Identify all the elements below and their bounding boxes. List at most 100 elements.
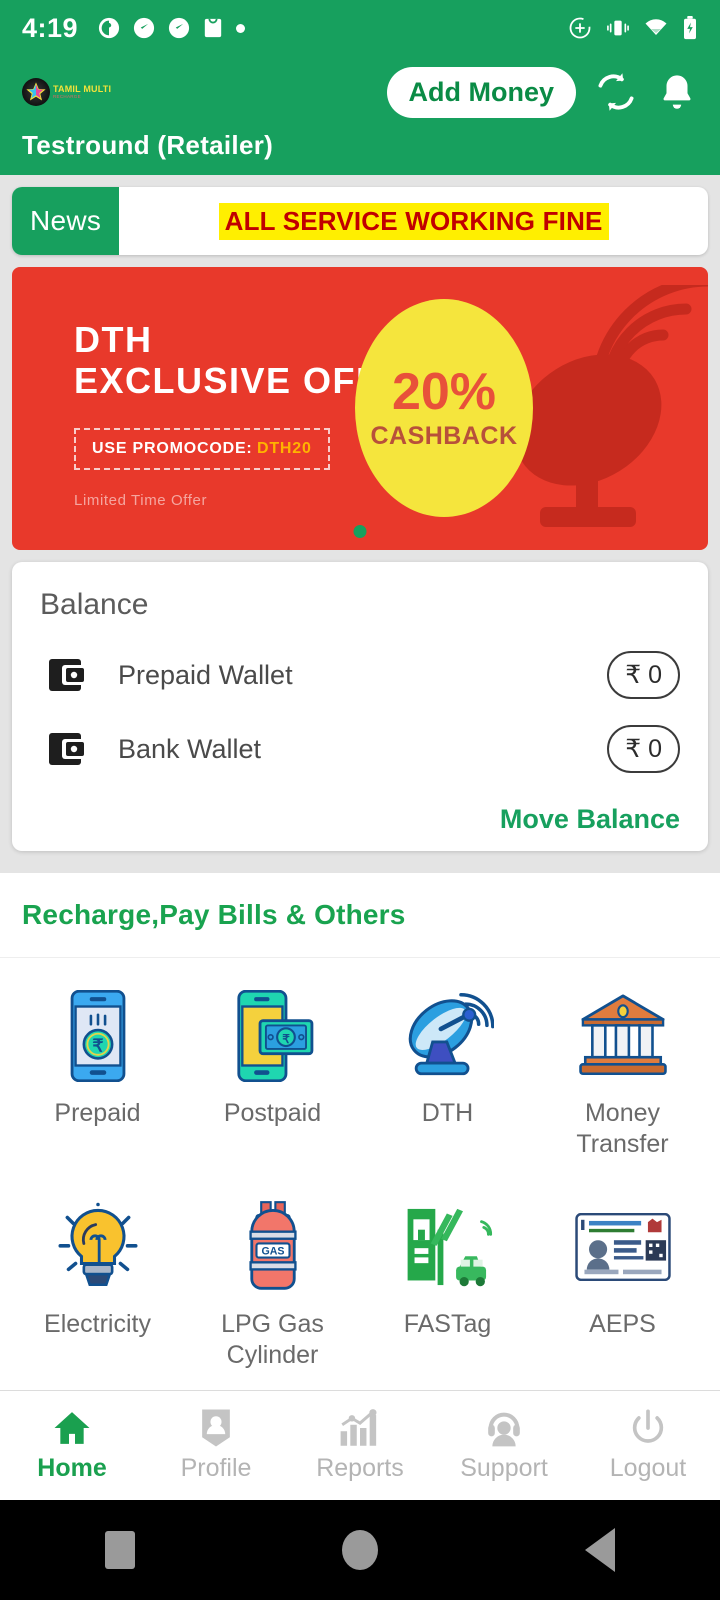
- battery-charging-icon: [684, 16, 696, 40]
- user-name-label: Testround (Retailer): [22, 130, 274, 160]
- profile-icon: [202, 1409, 230, 1447]
- nav-label: Support: [460, 1454, 548, 1482]
- balance-row-label: Prepaid Wallet: [118, 659, 293, 690]
- carousel-dot-indicator[interactable]: [353, 525, 367, 538]
- wallet-icon: [49, 659, 84, 691]
- promo-banner-dth[interactable]: DTH EXCLUSIVE OFFER USE PROMOCODE: DTH20…: [12, 267, 708, 550]
- vibrate-icon: [607, 20, 629, 36]
- service-item-fastag[interactable]: FASTag: [360, 1191, 535, 1388]
- service-label: Money Transfer: [576, 1099, 669, 1158]
- nav-label: Reports: [316, 1454, 404, 1482]
- balance-card: Balance Prepaid Wallet ₹ 0 Bank Wallet ₹…: [12, 562, 708, 851]
- svg-text:₹: ₹: [92, 1035, 104, 1055]
- bag-icon: [204, 18, 222, 38]
- svg-text:GAS: GAS: [261, 1246, 284, 1258]
- services-grid: ₹ Prepaid ₹ Postpaid DTH Money Transfer …: [0, 958, 720, 1398]
- bottom-navigation: Home Profile Reports Support Logout: [0, 1390, 720, 1500]
- triangle-back-icon: [585, 1528, 615, 1572]
- satellite-dish-icon: [402, 990, 494, 1082]
- cashback-percent: 20%: [391, 362, 497, 421]
- promo-carousel: DTH EXCLUSIVE OFFER USE PROMOCODE: DTH20…: [0, 255, 720, 550]
- service-item-money-transfer[interactable]: Money Transfer: [535, 980, 710, 1177]
- nav-label: Logout: [609, 1454, 687, 1482]
- toll-booth-icon: [403, 1201, 493, 1293]
- back-button[interactable]: [540, 1528, 660, 1572]
- status-bar-time: 4:19: [22, 12, 79, 43]
- logo-text-block: TAMIL MULTI RECHARGE: [53, 83, 112, 100]
- status-bar-system-icons: [568, 16, 698, 40]
- app-logo: TAMIL MULTI RECHARGE: [22, 78, 111, 106]
- services-section: Recharge,Pay Bills & Others ₹ Prepaid ₹ …: [0, 873, 720, 1398]
- power-icon: [632, 1409, 664, 1443]
- nav-item-support[interactable]: Support: [432, 1408, 576, 1483]
- news-body: ALL SERVICE WORKING FINE: [119, 187, 708, 255]
- mobile-bill-icon: ₹: [231, 990, 315, 1082]
- service-label: LPG Gas Cylinder: [221, 1310, 324, 1369]
- services-heading: Recharge,Pay Bills & Others: [0, 873, 720, 958]
- service-label: AEPS: [589, 1310, 656, 1338]
- promo-code-box: USE PROMOCODE: DTH20: [74, 427, 330, 470]
- promo-limited-text: Limited Time Offer: [74, 491, 208, 509]
- balance-amount-pill[interactable]: ₹ 0: [607, 651, 680, 699]
- promo-code-value: DTH20: [257, 439, 312, 457]
- app-header: TAMIL MULTI RECHARGE Add Money Testround…: [0, 56, 720, 175]
- notification-icon: [98, 17, 120, 39]
- circle-icon: [342, 1530, 378, 1570]
- service-label: FASTag: [403, 1310, 492, 1338]
- app-root: 4:19 TAMIL MULTI RECHARGE Add Money Test…: [0, 0, 720, 1600]
- status-bar-notification-icons: [98, 17, 246, 39]
- home-button[interactable]: [300, 1530, 420, 1570]
- service-label: Electricity: [44, 1310, 151, 1338]
- news-label: News: [12, 187, 120, 255]
- add-money-button[interactable]: Add Money: [386, 66, 576, 118]
- lightbulb-icon: [55, 1201, 141, 1293]
- service-item-lpg-gas[interactable]: GAS LPG Gas Cylinder: [185, 1191, 360, 1388]
- refresh-icon[interactable]: [594, 70, 638, 114]
- wallet-icon: [49, 733, 84, 765]
- speedometer-icon: [133, 17, 155, 39]
- service-item-dth[interactable]: DTH: [360, 980, 535, 1177]
- move-balance-link[interactable]: Move Balance: [40, 804, 680, 835]
- news-ticker-text: ALL SERVICE WORKING FINE: [218, 202, 609, 240]
- balance-row-bank-wallet[interactable]: Bank Wallet ₹ 0: [40, 712, 680, 786]
- logo-subtitle: RECHARGE: [53, 93, 81, 99]
- nav-item-home[interactable]: Home: [0, 1408, 144, 1483]
- square-icon: [105, 1531, 135, 1569]
- nav-item-reports[interactable]: Reports: [288, 1408, 432, 1483]
- service-item-postpaid[interactable]: ₹ Postpaid: [185, 980, 360, 1177]
- balance-title: Balance: [40, 588, 149, 621]
- headset-icon: [488, 1412, 520, 1447]
- nav-item-logout[interactable]: Logout: [576, 1408, 720, 1483]
- mobile-rupee-icon: ₹: [62, 990, 134, 1082]
- dot-icon: [236, 23, 246, 33]
- status-bar: 4:19: [0, 0, 720, 56]
- android-system-nav: [0, 1500, 720, 1600]
- service-item-aeps[interactable]: AEPS: [535, 1191, 710, 1388]
- data-saver-icon: [569, 17, 591, 39]
- logo-name: TAMIL MULTI: [53, 83, 112, 94]
- news-banner[interactable]: News ALL SERVICE WORKING FINE: [12, 187, 708, 255]
- nav-item-profile[interactable]: Profile: [144, 1408, 288, 1483]
- balance-section: Balance Prepaid Wallet ₹ 0 Bank Wallet ₹…: [0, 550, 720, 851]
- gas-cylinder-icon: GAS: [241, 1201, 305, 1293]
- star-logo-icon: [22, 78, 50, 106]
- header-actions: Add Money: [386, 66, 699, 118]
- wifi-icon: [645, 19, 667, 35]
- balance-row-prepaid-wallet[interactable]: Prepaid Wallet ₹ 0: [40, 638, 680, 712]
- nav-label: Home: [37, 1454, 107, 1482]
- service-label: Postpaid: [223, 1099, 322, 1127]
- service-label: DTH: [421, 1099, 474, 1127]
- service-item-electricity[interactable]: Electricity: [10, 1191, 185, 1388]
- chart-icon: [340, 1409, 377, 1446]
- service-label: Prepaid: [54, 1099, 141, 1127]
- bank-icon: [577, 990, 669, 1082]
- svg-text:₹: ₹: [282, 1033, 290, 1046]
- cashback-label: CASHBACK: [370, 421, 518, 450]
- cashback-badge: 20% CASHBACK: [355, 299, 533, 517]
- header-top-row: TAMIL MULTI RECHARGE Add Money: [22, 56, 698, 128]
- home-icon: [54, 1412, 90, 1444]
- bell-icon[interactable]: [656, 71, 698, 113]
- balance-amount-pill[interactable]: ₹ 0: [607, 725, 680, 773]
- recents-button[interactable]: [60, 1531, 180, 1569]
- service-item-prepaid[interactable]: ₹ Prepaid: [10, 980, 185, 1177]
